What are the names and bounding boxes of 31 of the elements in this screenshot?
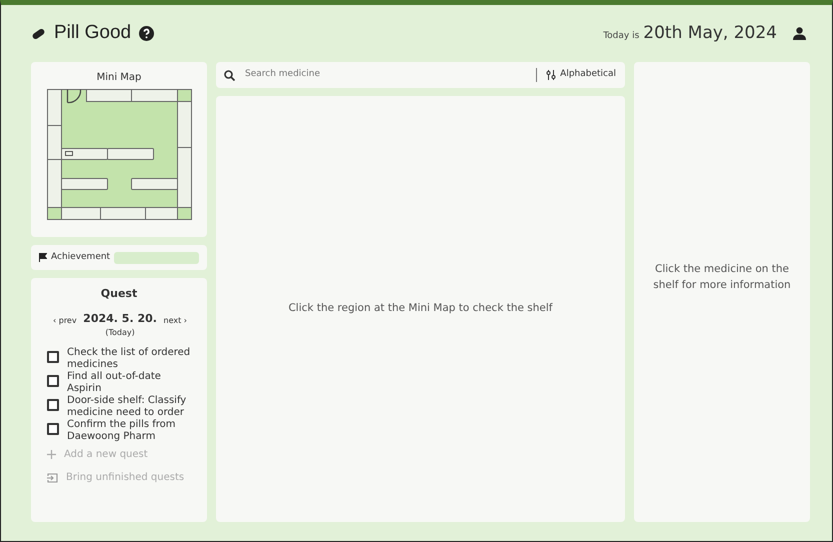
search-field[interactable]: Search medicine [243, 67, 532, 83]
search-icon [224, 70, 235, 80]
checkbox[interactable] [47, 399, 59, 411]
quest-date: 2024. 5. 20. [83, 310, 157, 326]
search-bar[interactable]: Search medicine Alphabetical [216, 62, 625, 88]
mini-map-drawing[interactable] [46, 89, 192, 220]
today-date: 20th May, 2024 [643, 22, 777, 45]
achievement-label: Achievement [51, 250, 110, 264]
checkbox[interactable] [47, 423, 59, 435]
help-icon[interactable] [139, 26, 154, 41]
quest-text: Door-side shelf: Classify medicine need to order [67, 395, 188, 419]
user-icon[interactable] [793, 27, 806, 40]
sort-button[interactable]: Alphabetical [545, 67, 617, 83]
import-icon[interactable] [47, 472, 58, 482]
quest-text: Confirm the pills from Daewoong Pharm [67, 419, 177, 443]
next-link[interactable]: next › [164, 314, 187, 326]
sliders-icon [546, 70, 556, 80]
today-label: Today is [603, 30, 640, 43]
shelf-message: Click the region at the Mini Map to check the shelf [288, 301, 553, 316]
quest-title: Quest [100, 286, 138, 302]
quest-text: Check the list of ordered medicines [67, 347, 191, 371]
pill-icon [31, 28, 46, 40]
flag-icon [39, 253, 47, 262]
app-title: Pill Good [54, 21, 132, 46]
info-message: Click the medicine on the shelf for more information [652, 262, 792, 293]
today-note: (Today) [105, 327, 135, 339]
checkbox[interactable] [47, 351, 59, 363]
mini-map-title: Mini Map [96, 71, 142, 85]
quest-text: Find all out-of-date Aspirin [67, 371, 162, 395]
checkbox[interactable] [47, 375, 59, 387]
prev-link[interactable]: ‹ prev [53, 314, 77, 326]
